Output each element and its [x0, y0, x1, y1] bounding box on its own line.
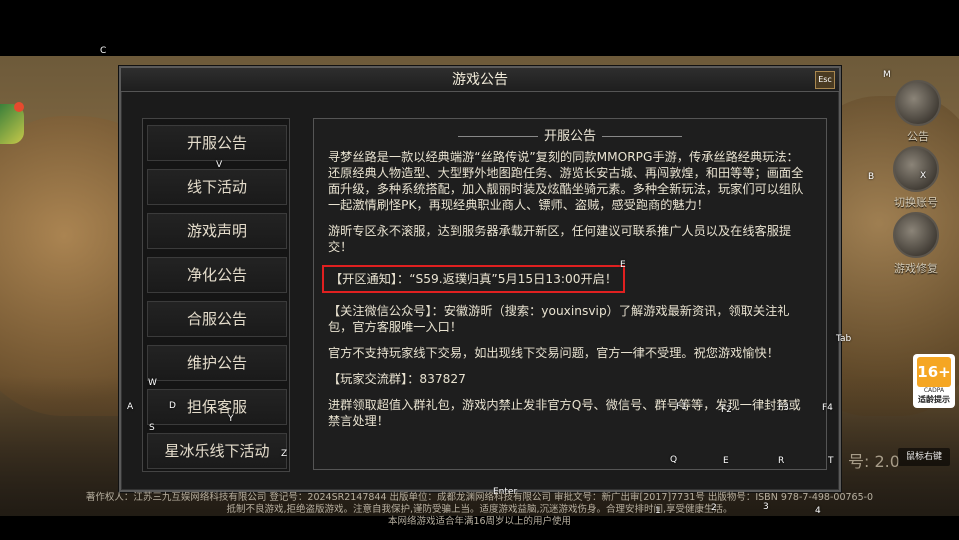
- key-hint: F4: [822, 403, 833, 413]
- tab-maintenance[interactable]: 维护公告: [147, 345, 287, 381]
- tab-guarantee-service[interactable]: 担保客服: [147, 389, 287, 425]
- scroll-icon: [895, 80, 941, 126]
- title-divider-right: [602, 136, 682, 137]
- announcement-button[interactable]: 公告: [882, 80, 954, 144]
- content-body: 寻梦丝路是一款以经典端游“丝路传说”复刻的同款MMORPG手游，传承丝路经典玩法…: [322, 149, 806, 439]
- tab-server-merge[interactable]: 合服公告: [147, 301, 287, 337]
- key-hint: S: [149, 423, 155, 433]
- content-title-text: 开服公告: [543, 129, 596, 144]
- tab-xingbingle-event[interactable]: 星冰乐线下活动: [147, 433, 287, 469]
- key-hint: F1: [676, 402, 687, 412]
- key-hint: M: [883, 70, 891, 80]
- switch-account-label: 切换账号: [894, 196, 938, 209]
- key-hint: Z: [281, 449, 288, 459]
- tab-server-open[interactable]: 开服公告: [147, 125, 287, 161]
- key-hint: 4: [815, 506, 821, 516]
- key-hint: F3: [778, 403, 789, 413]
- key-hint: 3: [763, 502, 769, 512]
- game-repair-button[interactable]: 游戏修复: [880, 212, 952, 276]
- key-hint: 2: [711, 503, 717, 513]
- rules-paragraph: 进群领取超值入群礼包，游戏内禁止发非官方Q号、微信号、群号等等，发现一律封禁或禁…: [328, 398, 801, 428]
- tab-game-statement[interactable]: 游戏声明: [147, 213, 287, 249]
- version-text: 号: 2.0: [848, 452, 900, 471]
- key-hint: T: [828, 456, 834, 466]
- key-hint: B: [868, 172, 875, 182]
- dialog-titlebar: 游戏公告 Esc: [121, 68, 839, 92]
- tab-list: 开服公告 线下活动 游戏声明 净化公告 合服公告 维护公告 担保客服 星冰乐线下…: [142, 118, 290, 472]
- key-hint: R: [778, 456, 785, 466]
- content-title: 开服公告: [314, 125, 826, 144]
- intro-paragraph: 寻梦丝路是一款以经典端游“丝路传说”复刻的同款MMORPG手游，传承丝路经典玩法…: [328, 150, 804, 212]
- close-button[interactable]: Esc: [815, 71, 835, 89]
- age-rating-org: CADPA: [923, 387, 945, 394]
- age-rating: 16+: [917, 357, 951, 387]
- event-icon[interactable]: [0, 102, 24, 144]
- key-hint: F2: [721, 405, 732, 415]
- key-hint: C: [100, 46, 107, 56]
- trade-paragraph: 官方不支持玩家线下交易，如出现线下交易问题，官方一律不受理。祝您游戏愉快！: [328, 346, 779, 360]
- switch-account-icon: [893, 146, 939, 192]
- server-paragraph: 游昕专区永不滚服，达到服务器承载开新区，任何建议可联系推广人员以及在线客服提交！: [328, 224, 792, 254]
- key-hint: X: [920, 171, 927, 181]
- repair-gear-icon: [893, 212, 939, 258]
- age-rating-badge[interactable]: 16+ CADPA 适龄提示: [913, 354, 955, 408]
- title-divider-left: [457, 136, 538, 137]
- age-rating-tip: 适龄提示: [918, 395, 950, 404]
- key-hint: V: [216, 160, 223, 170]
- mouse-right-hint: 鼠标右键: [898, 448, 950, 466]
- key-hint: A: [127, 402, 134, 412]
- key-hint: 1: [655, 506, 661, 516]
- wechat-paragraph: 【关注微信公众号】：安徽游昕（搜索：youxinsvip）了解游戏最新资讯，领取…: [328, 304, 790, 334]
- announcement-dialog: 游戏公告 Esc 开服公告 线下活动 游戏声明 净化公告 合服公告 维护公告 担…: [119, 66, 841, 492]
- switch-account-button[interactable]: 切换账号: [880, 146, 952, 210]
- notification-dot: [14, 102, 24, 112]
- key-hint: W: [148, 378, 157, 388]
- announcement-content: 开服公告 寻梦丝路是一款以经典端游“丝路传说”复刻的同款MMORPG手游，传承丝…: [313, 118, 827, 470]
- dialog-title: 游戏公告: [452, 72, 508, 88]
- key-hint: D: [169, 401, 176, 411]
- game-repair-label: 游戏修复: [894, 262, 938, 275]
- key-hint: E: [620, 260, 626, 270]
- announcement-label: 公告: [907, 130, 929, 143]
- key-hint: Tab: [836, 334, 852, 344]
- key-hint: Q: [670, 455, 678, 465]
- tab-cleanup-notice[interactable]: 净化公告: [147, 257, 287, 293]
- opening-notice: 【开区通知】：“S59.返璞归真”5月15日13:00开启！: [322, 265, 626, 293]
- group-paragraph: 【玩家交流群】：837827: [328, 372, 466, 386]
- tab-offline-event[interactable]: 线下活动: [147, 169, 287, 205]
- key-hint: E: [723, 456, 729, 466]
- key-hint: Y: [228, 414, 234, 424]
- copyright-line-3: 本网络游戏适合年满16周岁以上的用户使用: [387, 516, 572, 527]
- copyright-line-1: 著作权人：江苏三九互娱网络科技有限公司 登记号：2024SR2147844 出版…: [85, 492, 874, 503]
